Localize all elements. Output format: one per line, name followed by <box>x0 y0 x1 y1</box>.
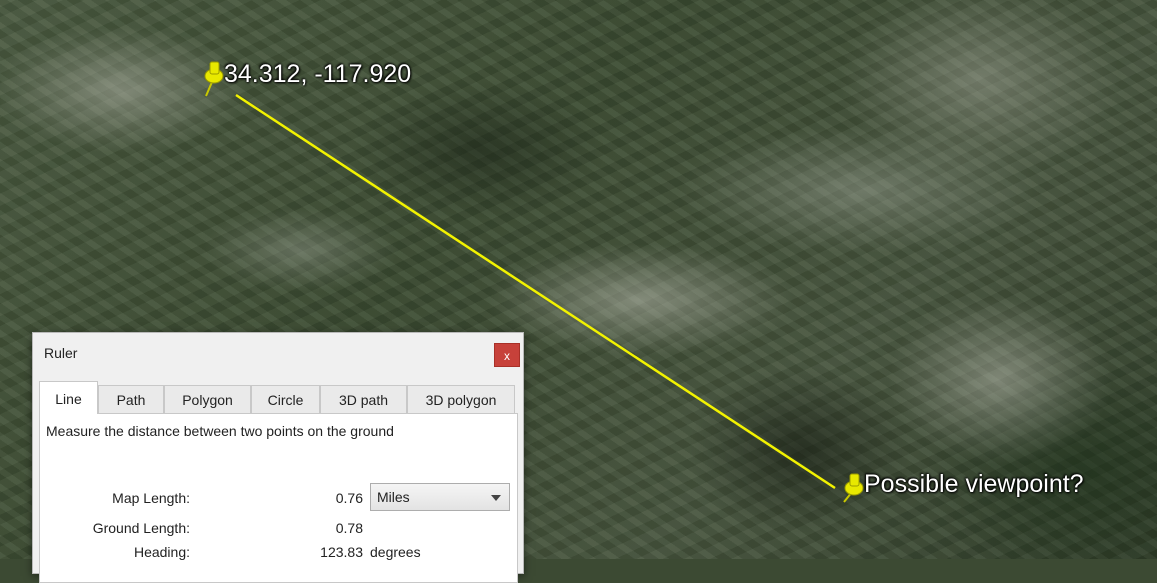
unit-select[interactable]: Miles <box>370 483 510 511</box>
heading-value: 123.83 <box>320 544 363 560</box>
tab-circle[interactable]: Circle <box>251 385 320 413</box>
tab-line[interactable]: Line <box>39 381 98 414</box>
start-point-label: 34.312, -117.920 <box>224 60 412 88</box>
ruler-description: Measure the distance between two points … <box>46 423 394 439</box>
tab-panel-line: Measure the distance between two points … <box>39 413 518 583</box>
start-pushpin-icon[interactable] <box>204 61 224 97</box>
ground-length-label: Ground Length: <box>92 520 190 536</box>
tab-path[interactable]: Path <box>98 385 164 413</box>
map-length-value: 0.76 <box>335 490 363 506</box>
tab-3d-polygon[interactable]: 3D polygon <box>407 385 515 413</box>
end-point-label: Possible viewpoint? <box>864 470 1084 498</box>
end-pushpin-icon[interactable] <box>843 473 864 503</box>
tab-3d-path[interactable]: 3D path <box>320 385 407 413</box>
heading-label: Heading: <box>133 544 190 560</box>
heading-unit: degrees <box>370 544 421 560</box>
dropdown-arrow-icon <box>491 495 501 501</box>
ruler-dialog: Ruler x Line Path Polygon Circle 3D path… <box>32 332 524 583</box>
tab-polygon[interactable]: Polygon <box>164 385 251 413</box>
close-button[interactable]: x <box>494 343 520 367</box>
map-length-label: Map Length: <box>112 490 190 506</box>
ground-length-value: 0.78 <box>335 520 363 536</box>
unit-select-value: Miles <box>377 489 410 505</box>
dialog-title: Ruler <box>44 345 78 361</box>
